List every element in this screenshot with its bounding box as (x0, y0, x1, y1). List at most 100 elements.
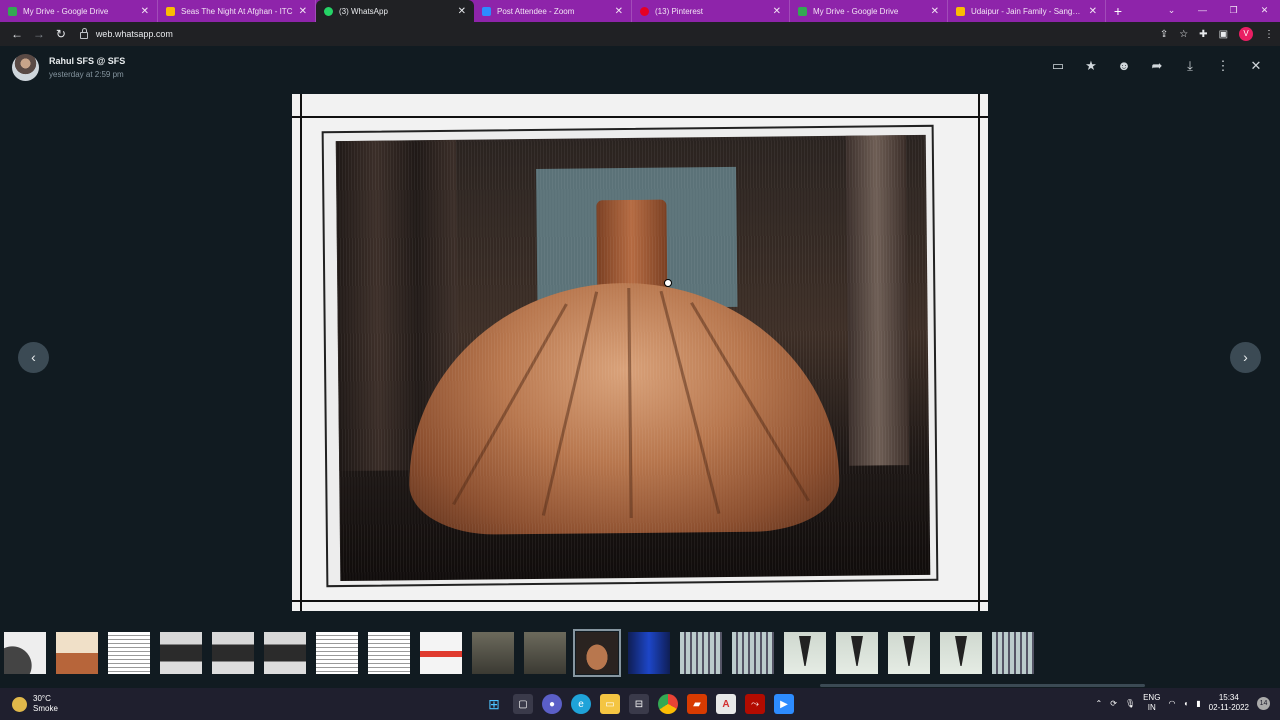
thumbnail[interactable] (888, 632, 930, 674)
chrome-icon[interactable] (658, 694, 678, 714)
language-indicator[interactable]: ENG IN (1143, 693, 1160, 713)
thumbnail[interactable] (628, 632, 670, 674)
close-icon[interactable]: ✕ (299, 6, 307, 17)
address-bar[interactable]: web.whatsapp.com (79, 25, 1160, 43)
thumbnail[interactable] (56, 632, 98, 674)
thumbnail[interactable] (264, 632, 306, 674)
tab-google-drive[interactable]: My Drive - Google Drive ✕ (0, 0, 158, 22)
go-to-message-icon[interactable]: ▭ (1050, 58, 1066, 74)
close-icon[interactable]: ✕ (458, 6, 466, 17)
thumbnail[interactable] (368, 632, 410, 674)
store-icon[interactable]: ⊟ (629, 694, 649, 714)
media-viewer: Rahul SFS @ SFS yesterday at 2:59 pm ▭ ★… (0, 46, 1280, 688)
star-icon[interactable]: ☆ (1179, 29, 1188, 40)
zoom-cursor-icon (664, 279, 672, 287)
close-icon[interactable]: ✕ (773, 6, 781, 17)
windows-taskbar: 30°C Smoke ⊞ ▢ ● e ▭ ⊟ ▰ A ⤳ ▶ ⌃ ⟳ 🎙 ENG… (0, 688, 1280, 720)
previous-media-button[interactable]: ‹ (18, 342, 49, 373)
minimize-icon[interactable]: — (1187, 0, 1218, 22)
new-tab-button[interactable]: + (1106, 0, 1130, 22)
thumbnail[interactable] (212, 632, 254, 674)
thumbnail[interactable] (4, 632, 46, 674)
tab-itc[interactable]: Seas The Night At Afghan - ITC ✕ (158, 0, 316, 22)
sync-icon[interactable]: ⟳ (1110, 699, 1117, 708)
chat-icon[interactable]: ● (542, 694, 562, 714)
profile-avatar[interactable]: V (1239, 27, 1254, 41)
weather-icon (12, 696, 27, 712)
photo-frame (321, 124, 939, 588)
thumbnail[interactable] (680, 632, 722, 674)
forward-icon[interactable]: → (28, 27, 50, 41)
thumbnail[interactable] (316, 632, 358, 674)
restore-icon[interactable]: ❐ (1218, 0, 1249, 22)
close-icon[interactable]: ✕ (931, 6, 939, 17)
whatsapp-icon (324, 6, 333, 16)
close-icon[interactable]: ✕ (1248, 58, 1264, 74)
reload-icon[interactable]: ↻ (50, 27, 72, 41)
tab-pinterest[interactable]: (13) Pinterest ✕ (632, 0, 790, 22)
pinterest-icon (640, 6, 649, 16)
extensions-icon[interactable]: ✚ (1199, 29, 1207, 40)
office-icon[interactable]: ▰ (687, 694, 707, 714)
tab-udaipur[interactable]: Udaipur - Jain Family - Sangeet ✕ (948, 0, 1106, 22)
tab-google-drive-2[interactable]: My Drive - Google Drive ✕ (790, 0, 948, 22)
weather-condition: Smoke (33, 704, 58, 713)
temperature: 30°C (33, 694, 51, 703)
thumbnail[interactable] (940, 632, 982, 674)
download-icon[interactable]: ⤓ (1182, 58, 1198, 74)
back-icon[interactable]: ← (6, 27, 28, 41)
tab-title: My Drive - Google Drive (813, 6, 899, 16)
close-icon[interactable]: ✕ (141, 6, 149, 17)
wifi-icon[interactable]: ◠ (1168, 699, 1175, 708)
window-controls: ⌄ — ❐ ✕ (1156, 0, 1280, 22)
clock[interactable]: 15:34 02-11-2022 (1209, 693, 1249, 713)
thumbnail[interactable] (472, 632, 514, 674)
edge-icon[interactable]: e (571, 694, 591, 714)
start-icon[interactable]: ⊞ (484, 694, 504, 714)
tab-title: Udaipur - Jain Family - Sangeet (971, 6, 1083, 16)
tab-whatsapp[interactable]: (3) WhatsApp ✕ (316, 0, 474, 22)
close-window-icon[interactable]: ✕ (1249, 0, 1280, 22)
thumbnail[interactable] (992, 632, 1034, 674)
microphone-icon[interactable]: 🎙 (1125, 699, 1135, 708)
sender-name: Rahul SFS @ SFS (49, 56, 126, 66)
star-icon[interactable]: ★ (1083, 58, 1099, 74)
weather-widget[interactable]: 30°C Smoke (12, 694, 58, 714)
thumbnail-scrollbar[interactable] (820, 684, 1145, 687)
acrobat-icon[interactable]: A (716, 694, 736, 714)
sidepanel-icon[interactable]: ▣ (1219, 29, 1228, 40)
chevron-up-icon[interactable]: ⌃ (1096, 699, 1103, 708)
tab-zoom[interactable]: Post Attendee - Zoom ✕ (474, 0, 632, 22)
forward-icon[interactable]: ➦ (1149, 58, 1165, 74)
thumbnail-selected[interactable] (573, 629, 621, 677)
thumbnail[interactable] (420, 632, 462, 674)
close-icon[interactable]: ✕ (1089, 6, 1097, 17)
more-icon[interactable]: ⋮ (1264, 29, 1274, 40)
avatar[interactable] (12, 54, 39, 81)
media-image (292, 94, 988, 611)
close-icon[interactable]: ✕ (615, 6, 623, 17)
zoom-icon (482, 6, 491, 16)
next-media-button[interactable]: › (1230, 342, 1261, 373)
search-icon[interactable]: ▢ (513, 694, 533, 714)
file-explorer-icon[interactable]: ▭ (600, 694, 620, 714)
thumbnail[interactable] (836, 632, 878, 674)
tab-title: Post Attendee - Zoom (497, 6, 575, 16)
more-options-icon[interactable]: ⋮ (1215, 58, 1231, 74)
share-icon[interactable]: ⇪ (1160, 29, 1168, 40)
chevron-down-icon[interactable]: ⌄ (1156, 0, 1187, 22)
pdf-icon[interactable]: ⤳ (745, 694, 765, 714)
volume-icon[interactable]: ◖ (1183, 699, 1188, 708)
copper-lamp-photo (335, 134, 931, 582)
divider (300, 94, 302, 611)
notification-badge[interactable]: 14 (1257, 696, 1270, 710)
thumbnail[interactable] (732, 632, 774, 674)
tab-title: My Drive - Google Drive (23, 6, 109, 16)
thumbnail[interactable] (160, 632, 202, 674)
thumbnail[interactable] (524, 632, 566, 674)
emoji-react-icon[interactable]: ☻ (1116, 58, 1132, 74)
battery-icon[interactable]: ▮ (1196, 699, 1200, 708)
thumbnail[interactable] (784, 632, 826, 674)
thumbnail[interactable] (108, 632, 150, 674)
zoom-icon[interactable]: ▶ (774, 694, 794, 714)
